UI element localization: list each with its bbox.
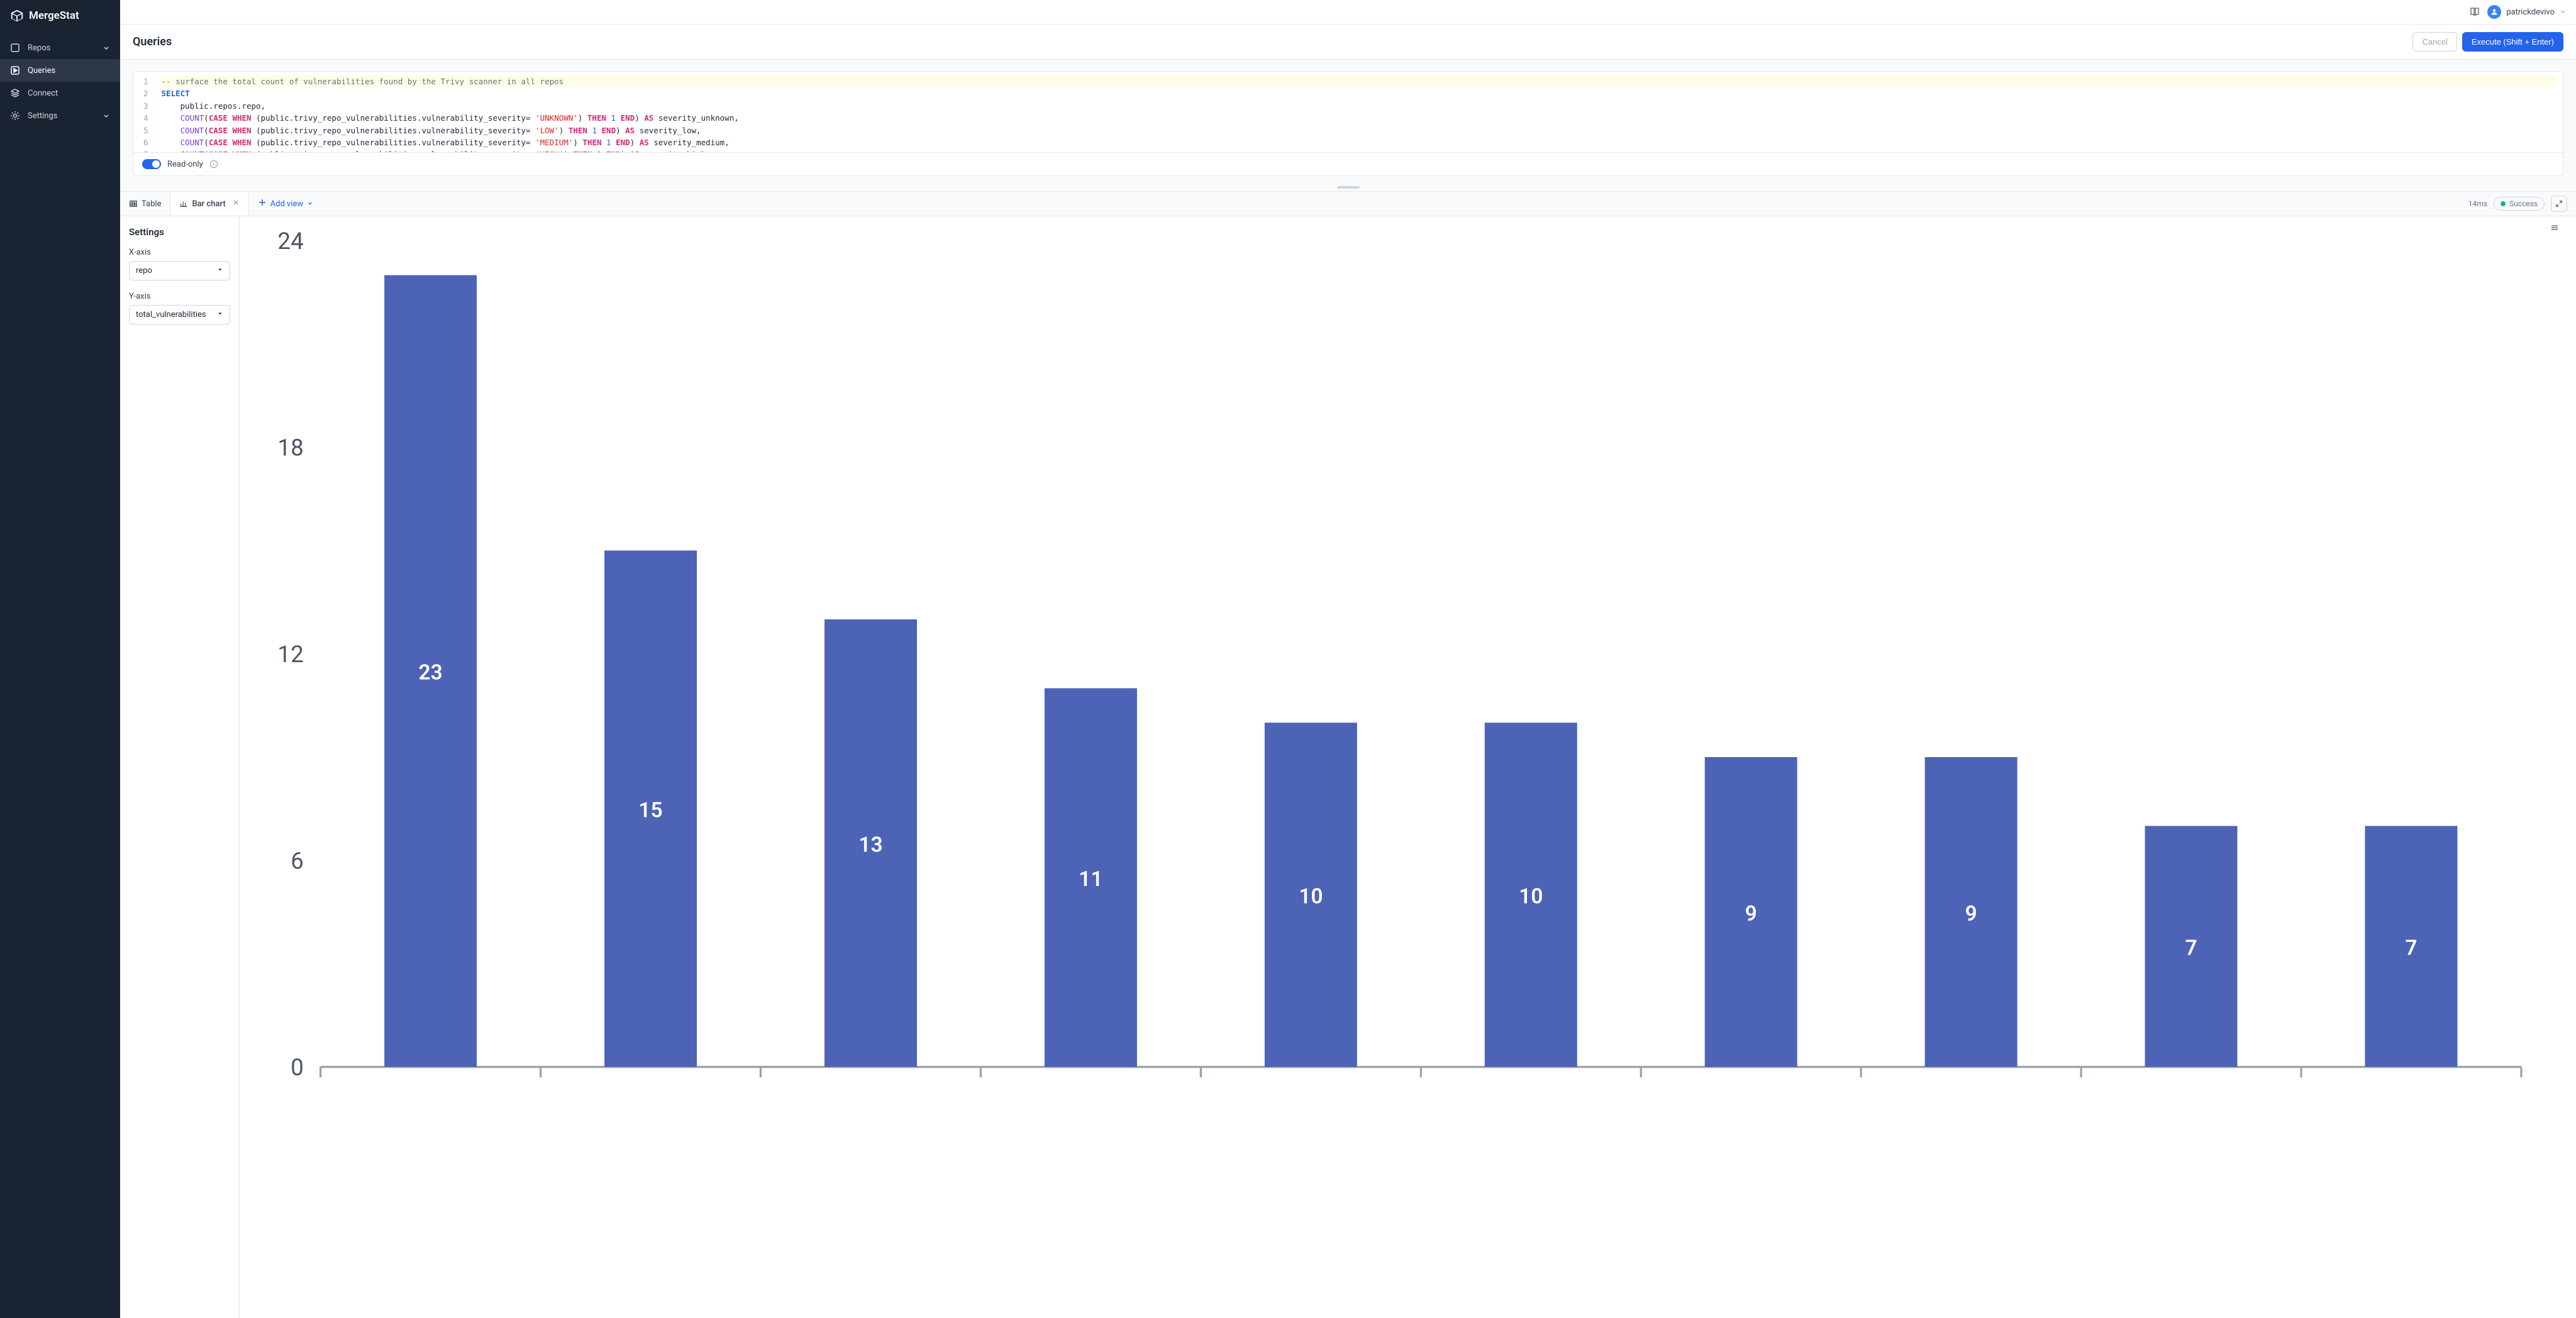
cancel-button[interactable]: Cancel [2412, 32, 2457, 52]
svg-text:0: 0 [291, 1054, 304, 1081]
select-value: total_vulnerabilities [136, 310, 206, 319]
tab-bar-chart[interactable]: Bar chart [170, 192, 248, 215]
svg-text:7: 7 [2405, 936, 2417, 961]
status-label: Success [2509, 199, 2538, 208]
sidebar-item-queries[interactable]: Queries [0, 59, 120, 82]
header-actions: Cancel Execute (Shift + Enter) [2412, 32, 2563, 52]
x-axis-label: X-axis [129, 248, 230, 257]
y-axis-select[interactable]: total_vulnerabilities [129, 305, 230, 324]
x-axis-select[interactable]: repo [129, 261, 230, 280]
editor-footer: Read-only [133, 152, 2563, 175]
sql-editor[interactable]: 12345678 -- surface the total count of v… [133, 72, 2563, 152]
status-pill: Success [2494, 197, 2545, 211]
main: patrickdevivo Queries Cancel Execute (Sh… [120, 0, 2576, 1318]
info-icon[interactable] [209, 160, 218, 169]
sidebar-item-settings[interactable]: Settings [0, 104, 120, 127]
page-title: Queries [133, 35, 172, 48]
gear-icon [10, 111, 20, 121]
read-only-toggle[interactable] [142, 159, 161, 169]
expand-button[interactable] [2551, 196, 2567, 212]
svg-text:15: 15 [638, 799, 662, 823]
table-icon [129, 199, 138, 208]
editor-container: 12345678 -- surface the total count of v… [120, 60, 2576, 184]
sidebar-nav: Repos Queries Connect [0, 31, 120, 132]
chevron-down-icon [307, 199, 313, 209]
query-time: 14ms [2468, 199, 2487, 208]
sidebar-item-connect[interactable]: Connect [0, 82, 120, 104]
results-body: Settings X-axis repo Y-axis total_vulner… [120, 216, 2576, 1318]
check-icon [2501, 201, 2506, 206]
sidebar-header: MergeStat [0, 0, 120, 31]
tab-label: Table [142, 199, 161, 209]
sidebar-item-label: Settings [28, 111, 57, 121]
svg-text:10: 10 [1519, 884, 1543, 909]
play-square-icon [10, 65, 20, 75]
svg-text:10: 10 [1299, 884, 1323, 909]
add-view-button[interactable]: Add view [249, 192, 323, 216]
svg-text:11: 11 [1079, 867, 1102, 892]
drag-handle[interactable] [120, 184, 2576, 191]
tab-label: Bar chart [192, 199, 225, 209]
svg-text:9: 9 [1745, 902, 1757, 926]
sidebar-item-label: Repos [28, 43, 50, 53]
book-icon[interactable] [2470, 7, 2480, 17]
layers-icon [10, 88, 20, 98]
sidebar: MergeStat Repos Queries [0, 0, 120, 1318]
editor-frame: 12345678 -- surface the total count of v… [133, 71, 2563, 176]
caret-down-icon [217, 266, 223, 275]
hamburger-icon[interactable] [2550, 223, 2560, 235]
svg-text:7: 7 [2185, 936, 2197, 961]
avatar [2487, 5, 2501, 19]
results: Table Bar chart Add view [120, 191, 2576, 1318]
svg-text:12: 12 [277, 641, 303, 668]
chart-area: 0 6 12 18 24 23 15 13 11 10 10 9 9 7 7 [240, 216, 2576, 1318]
svg-text:23: 23 [418, 661, 442, 685]
app-name: MergeStat [29, 9, 79, 22]
settings-title: Settings [129, 226, 230, 238]
sidebar-item-label: Connect [28, 89, 58, 98]
select-value: repo [136, 266, 152, 275]
svg-text:9: 9 [1965, 902, 1977, 926]
topbar: patrickdevivo [120, 0, 2576, 25]
user-name: patrickdevivo [2506, 8, 2555, 17]
page-header: Queries Cancel Execute (Shift + Enter) [120, 25, 2576, 60]
chevron-down-icon [103, 112, 110, 119]
tab-table[interactable]: Table [120, 193, 170, 215]
chart-settings-panel: Settings X-axis repo Y-axis total_vulner… [120, 216, 240, 1318]
execute-button[interactable]: Execute (Shift + Enter) [2462, 32, 2563, 52]
y-axis-label: Y-axis [129, 292, 230, 301]
editor-code[interactable]: -- surface the total count of vulnerabil… [155, 72, 2563, 152]
sidebar-item-repos[interactable]: Repos [0, 36, 120, 59]
chevron-down-icon [2560, 8, 2566, 17]
results-header: Table Bar chart Add view [120, 192, 2576, 216]
plus-icon [258, 198, 267, 209]
svg-text:6: 6 [291, 848, 304, 875]
status-area: 14ms Success [2460, 196, 2576, 212]
svg-text:24: 24 [277, 228, 303, 255]
close-icon[interactable] [232, 199, 240, 209]
svg-text:13: 13 [858, 833, 882, 857]
caret-down-icon [217, 310, 223, 319]
svg-text:18: 18 [277, 435, 303, 462]
logo-icon [10, 9, 24, 23]
editor-gutter: 12345678 [133, 72, 155, 152]
user-menu[interactable]: patrickdevivo [2487, 5, 2566, 19]
bar-chart: 0 6 12 18 24 23 15 13 11 10 10 9 9 7 7 [245, 224, 2563, 1109]
read-only-label: Read-only [167, 160, 203, 169]
bar-chart-icon [179, 199, 188, 208]
chevron-down-icon [103, 44, 110, 52]
sidebar-item-label: Queries [28, 66, 55, 75]
repo-icon [10, 43, 20, 53]
add-view-label: Add view [270, 199, 304, 209]
